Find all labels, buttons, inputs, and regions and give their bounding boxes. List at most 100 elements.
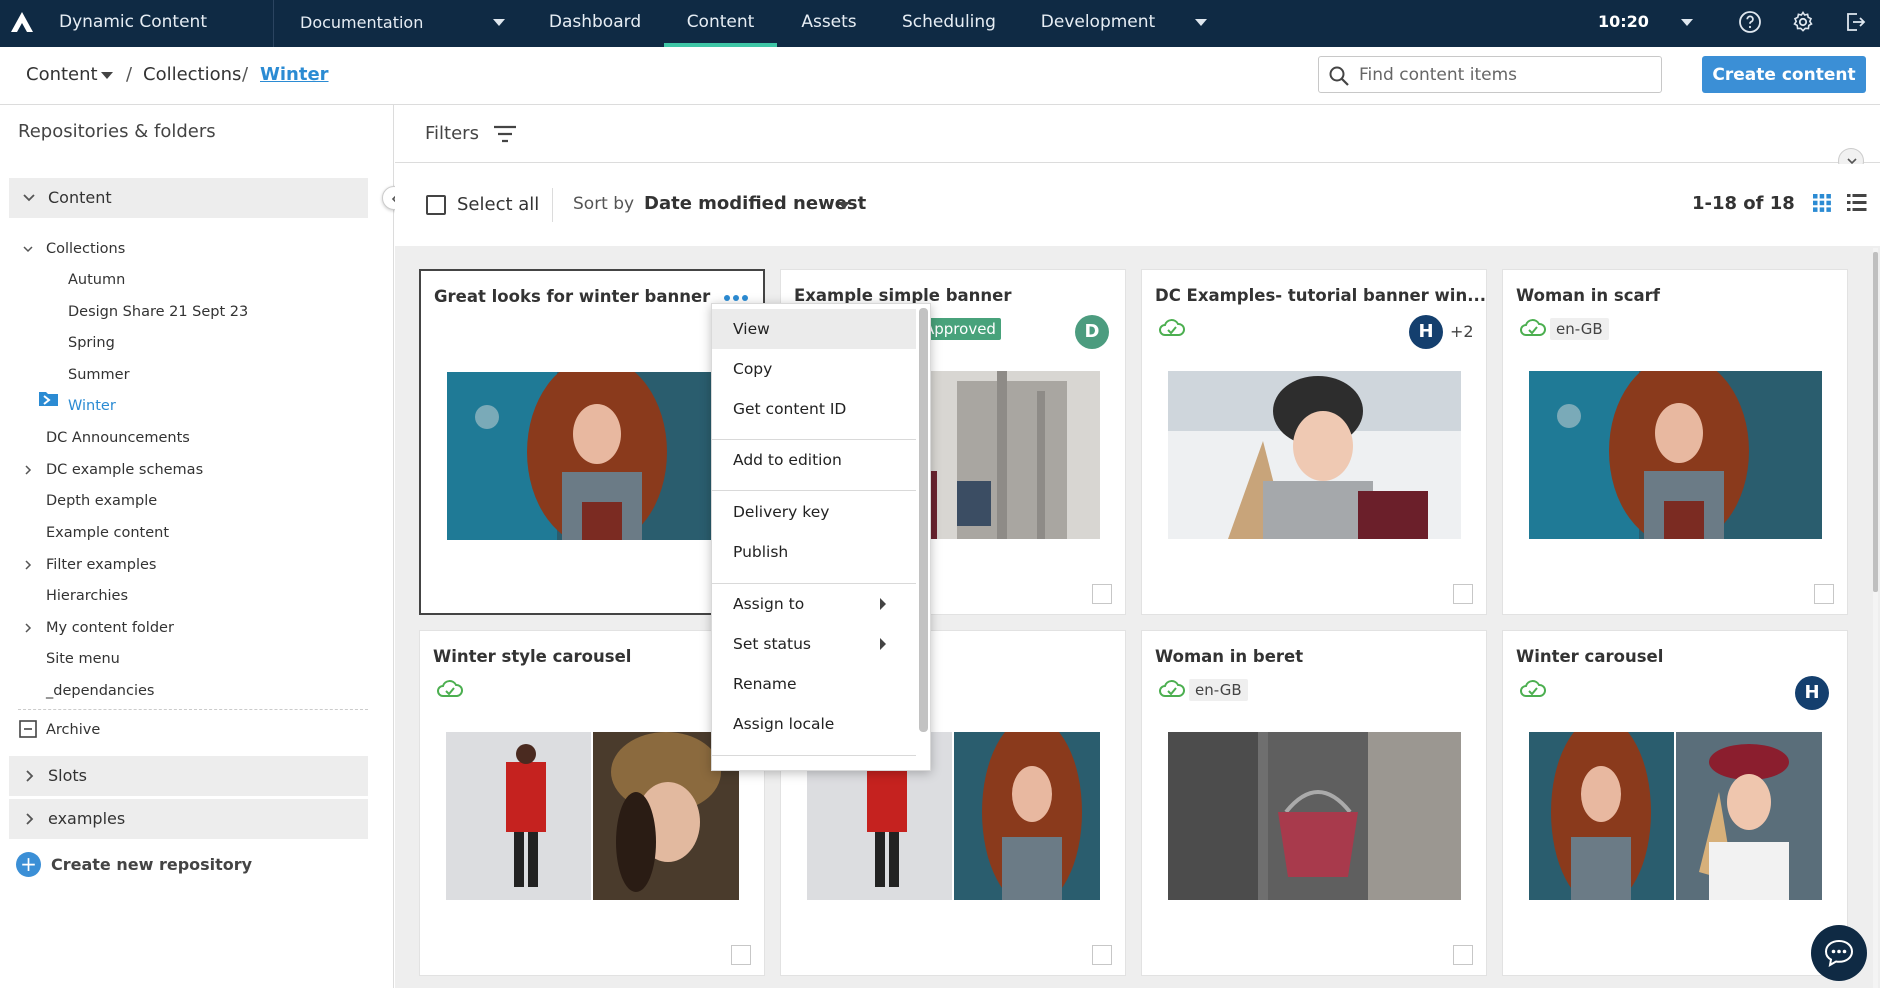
tree-item-spring[interactable]: Spring bbox=[68, 330, 115, 356]
published-cloud-icon bbox=[1159, 680, 1185, 697]
search-input[interactable] bbox=[1359, 57, 1654, 92]
grid-scrollbar-thumb[interactable] bbox=[1873, 252, 1878, 592]
hub-caret-icon[interactable] bbox=[493, 19, 505, 26]
chat-support-button[interactable] bbox=[1811, 925, 1867, 981]
search-icon bbox=[1329, 66, 1349, 86]
thumbnail-woman-scarf bbox=[1529, 371, 1822, 539]
grid-view-icon[interactable] bbox=[1813, 194, 1831, 212]
search-box[interactable] bbox=[1318, 56, 1662, 93]
content-card[interactable]: Woman in beret en-GB bbox=[1141, 630, 1487, 976]
card-checkbox[interactable] bbox=[1814, 584, 1834, 604]
open-folder-icon bbox=[39, 392, 58, 406]
tree-item-site-menu[interactable]: Site menu bbox=[46, 646, 120, 672]
repo-slots[interactable]: Slots bbox=[9, 756, 368, 796]
menu-item-assign-to[interactable]: Assign to bbox=[712, 584, 916, 624]
card-checkbox[interactable] bbox=[1453, 584, 1473, 604]
archive-link[interactable]: Archive bbox=[46, 717, 100, 743]
results-toolbar: Select all Sort by Date modified newest … bbox=[395, 164, 1880, 246]
settings-gear-icon[interactable] bbox=[1791, 10, 1815, 34]
development-caret-icon[interactable] bbox=[1195, 19, 1207, 26]
thumbnail-red-coat-and-snow-portrait bbox=[446, 732, 739, 900]
repo-examples[interactable]: examples bbox=[9, 799, 368, 839]
hub-selector[interactable]: Documentation bbox=[300, 0, 423, 45]
sidebar: Repositories & folders Content Collectio… bbox=[0, 105, 394, 988]
chevron-right-icon[interactable] bbox=[22, 464, 34, 476]
tree-item-dc-announcements[interactable]: DC Announcements bbox=[46, 425, 190, 451]
more-assignees-count[interactable]: +2 bbox=[1450, 322, 1474, 341]
more-options-icon[interactable] bbox=[722, 293, 750, 303]
select-all-checkbox[interactable] bbox=[426, 195, 446, 215]
repo-label: examples bbox=[48, 809, 126, 828]
menu-item-view[interactable]: View bbox=[712, 309, 916, 349]
avatar[interactable]: H bbox=[1795, 676, 1829, 710]
tree-item-collections[interactable]: Collections bbox=[46, 236, 125, 262]
sort-dropdown[interactable]: Date modified newest bbox=[644, 193, 866, 214]
tree-item-my-content-folder[interactable]: My content folder bbox=[46, 615, 174, 641]
logout-icon[interactable] bbox=[1843, 10, 1867, 34]
chevron-right-icon[interactable] bbox=[21, 768, 37, 784]
tree-item-filter-examples[interactable]: Filter examples bbox=[46, 552, 157, 578]
card-checkbox[interactable] bbox=[1092, 945, 1112, 965]
tree-item-dc-example-schemas[interactable]: DC example schemas bbox=[46, 457, 203, 483]
plus-icon: + bbox=[16, 852, 41, 877]
menu-item-label: Assign to bbox=[733, 595, 805, 613]
chevron-down-icon[interactable] bbox=[21, 190, 37, 206]
content-card[interactable]: Woman in scarf en-GB bbox=[1502, 269, 1848, 615]
list-view-icon[interactable] bbox=[1847, 194, 1867, 212]
menu-item-rename[interactable]: Rename bbox=[712, 664, 916, 704]
filters-toggle[interactable]: Filters bbox=[425, 123, 479, 144]
menu-item-copy[interactable]: Copy bbox=[712, 349, 916, 389]
chevron-right-icon[interactable] bbox=[22, 622, 34, 634]
select-all-label[interactable]: Select all bbox=[457, 194, 539, 215]
tree-item-example-content[interactable]: Example content bbox=[46, 520, 169, 546]
tab-scheduling[interactable]: Scheduling bbox=[892, 0, 1006, 47]
filter-icon[interactable] bbox=[493, 124, 517, 144]
tab-dashboard[interactable]: Dashboard bbox=[535, 0, 655, 47]
card-checkbox[interactable] bbox=[1092, 584, 1112, 604]
tab-content[interactable]: Content bbox=[664, 0, 777, 47]
create-content-button[interactable]: Create content bbox=[1702, 56, 1866, 93]
avatar[interactable]: H bbox=[1409, 315, 1443, 349]
thumbnail-red-hair-and-beret bbox=[1529, 732, 1822, 900]
card-title: Great looks for winter banner bbox=[434, 287, 711, 306]
tree-item-hierarchies[interactable]: Hierarchies bbox=[46, 583, 128, 609]
published-cloud-icon bbox=[1159, 319, 1185, 336]
menu-scrollbar[interactable] bbox=[919, 308, 928, 732]
menu-item-get-content-id[interactable]: Get content ID bbox=[712, 389, 916, 429]
help-icon[interactable] bbox=[1738, 10, 1762, 34]
sidebar-title: Repositories & folders bbox=[18, 121, 216, 142]
menu-item-set-status[interactable]: Set status bbox=[712, 624, 916, 664]
time-caret-icon[interactable] bbox=[1681, 19, 1693, 26]
breadcrumb-root[interactable]: Content bbox=[26, 47, 98, 103]
card-checkbox[interactable] bbox=[731, 945, 751, 965]
content-card[interactable]: DC Examples- tutorial banner win... H +2 bbox=[1141, 269, 1487, 615]
breadcrumb-caret-icon[interactable] bbox=[101, 72, 113, 79]
tree-item-summer[interactable]: Summer bbox=[68, 362, 130, 388]
tab-assets[interactable]: Assets bbox=[789, 0, 869, 47]
avatar[interactable]: D bbox=[1075, 315, 1109, 349]
menu-item-publish[interactable]: Publish bbox=[712, 532, 916, 572]
amplience-logo-icon[interactable] bbox=[8, 9, 36, 37]
tree-item-depth-example[interactable]: Depth example bbox=[46, 488, 157, 514]
chevron-down-icon[interactable] bbox=[22, 243, 34, 255]
content-card[interactable]: Winter carousel H bbox=[1502, 630, 1848, 976]
tab-development[interactable]: Development bbox=[1034, 0, 1162, 47]
tree-item-dependancies[interactable]: _dependancies bbox=[46, 678, 154, 704]
archive-icon bbox=[19, 720, 37, 738]
chevron-right-icon[interactable] bbox=[21, 811, 37, 827]
breadcrumb-collections[interactable]: Collections bbox=[143, 47, 241, 103]
chevron-right-icon[interactable] bbox=[22, 559, 34, 571]
menu-item-add-to-edition[interactable]: Add to edition bbox=[712, 440, 916, 480]
tree-item-design-share[interactable]: Design Share 21 Sept 23 bbox=[68, 299, 248, 325]
tree-item-autumn[interactable]: Autumn bbox=[68, 267, 125, 293]
tree-item-winter[interactable]: Winter bbox=[68, 393, 116, 419]
card-checkbox[interactable] bbox=[1453, 945, 1473, 965]
published-cloud-icon bbox=[1520, 680, 1546, 697]
menu-item-delivery-key[interactable]: Delivery key bbox=[712, 492, 916, 532]
breadcrumb-current[interactable]: Winter bbox=[260, 47, 329, 103]
repo-content[interactable]: Content bbox=[9, 178, 368, 218]
filters-bar: Filters bbox=[395, 105, 1880, 163]
published-cloud-icon bbox=[1520, 319, 1546, 336]
sort-caret-icon[interactable] bbox=[838, 202, 850, 209]
menu-item-assign-locale[interactable]: Assign locale bbox=[712, 704, 916, 744]
